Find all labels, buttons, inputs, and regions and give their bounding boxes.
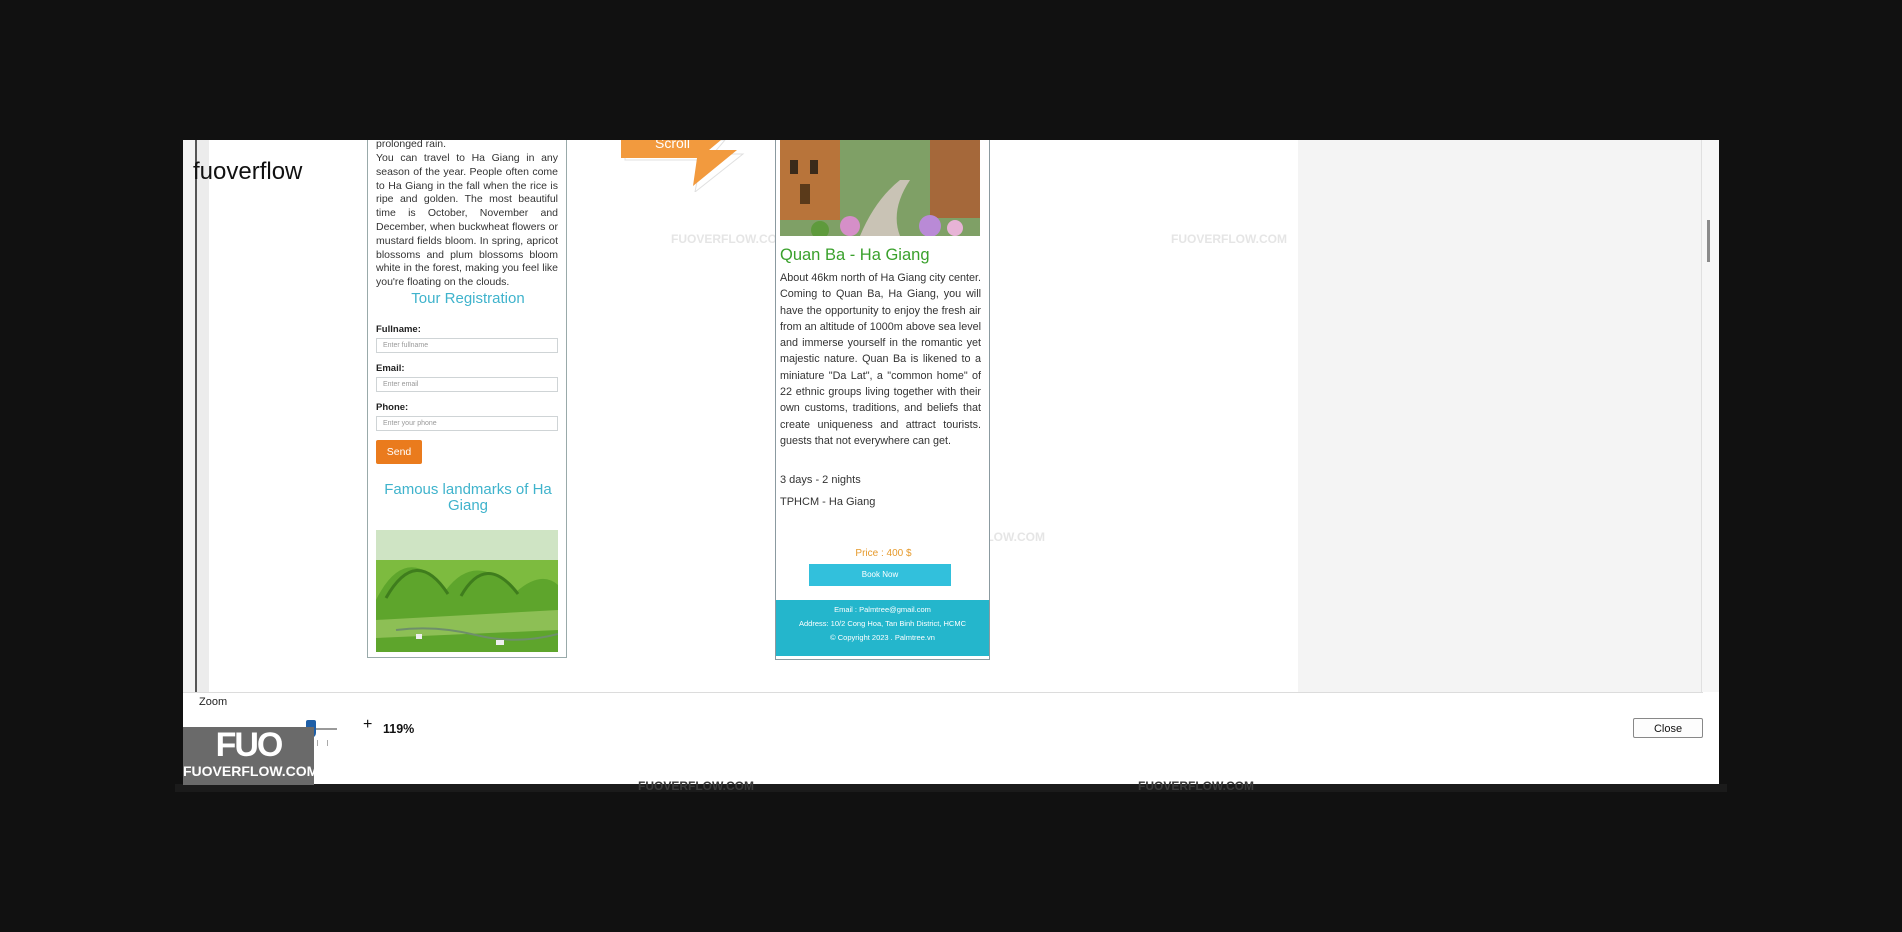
fullname-field[interactable]: Enter fullname [376,338,558,353]
scrollbar-thumb[interactable] [1707,220,1710,262]
app-title: fuoverflow [193,158,303,185]
email-label: Email: [376,363,405,374]
watermark-text: FUOVERFLOW.COM [671,232,787,246]
zoom-value: 119% [383,722,415,736]
watermark-text: FUOVERFLOW.COM [1171,232,1287,246]
tour-registration-title: Tour Registration [411,290,525,307]
email-field[interactable]: Enter email [376,377,558,392]
scroll-arrow-icon: Scroll [621,140,745,192]
phone-field[interactable]: Enter your phone [376,416,558,431]
tour-title: Quan Ba - Ha Giang [780,246,930,264]
middle-column-page: Quan Ba - Ha Giang About 46km north of H… [775,140,990,660]
footer-copyright: © Copyright 2023 . Palmtree.vn [830,633,935,642]
watermark-text: FUOVERFLOW.COM [1138,779,1254,793]
footer-address: Address: 10/2 Cong Hoa, Tan Binh Distric… [798,619,966,628]
phone-label: Phone: [376,402,409,413]
zoom-in-button[interactable]: + [363,716,372,734]
page-edge [195,140,209,692]
logo-text: FUOVERFLOW.COM [183,763,319,779]
quan-ba-image [780,140,980,236]
watermark-logo: FUO FUOVERFLOW.COM [183,726,319,785]
page-background-right [1298,140,1701,692]
page-sheet: FUOVERFLOW.COM FUOVERFLOW.COM FUOVERFLOW… [209,140,1298,692]
page-footer: Email : Palmtree@gmail.com Address: 10/2… [776,600,989,656]
preview-area[interactable]: FUOVERFLOW.COM FUOVERFLOW.COM FUOVERFLOW… [183,140,1719,692]
left-column-page: prolonged rain. You can travel to Ha Gia… [367,140,567,658]
fullname-label: Fullname: [376,324,421,335]
tour-duration: 3 days - 2 nights [780,474,861,486]
logo-mark: FUO [215,726,284,764]
landmark-image [376,530,558,652]
paragraph-top: prolonged rain. [376,140,447,150]
send-button[interactable]: Send [376,440,422,464]
print-preview-window: FUOVERFLOW.COM FUOVERFLOW.COM FUOVERFLOW… [183,140,1719,784]
tour-price: Price : 400 $ [855,548,912,559]
footer-email: Email : Palmtree@gmail.com [834,605,931,614]
vertical-scrollbar[interactable] [1701,140,1719,692]
paragraph-travel: You can travel to Ha Giang in any season… [376,152,558,289]
landmarks-title: Famous landmarks of Ha Giang [384,481,552,514]
watermark-text: FUOVERFLOW.COM [638,779,754,793]
zoom-label: Zoom [199,696,228,708]
divider [183,692,1703,693]
book-now-button[interactable]: Book Now [809,564,951,586]
scroll-arrow-label: Scroll [655,140,690,151]
tour-description: About 46km north of Ha Giang city center… [780,272,981,447]
tour-route: TPHCM - Ha Giang [780,496,876,508]
close-button[interactable]: Close [1633,718,1703,738]
